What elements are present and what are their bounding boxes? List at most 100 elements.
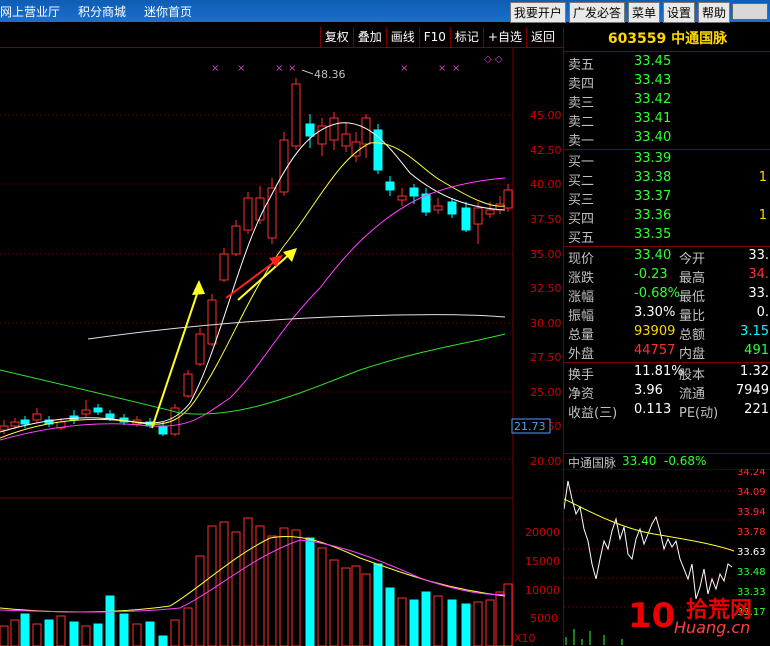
current-price-label: 21.73	[514, 420, 546, 433]
help-button[interactable]: 帮助	[697, 2, 730, 23]
menu-button[interactable]: 菜单	[627, 2, 660, 23]
mark: ×	[452, 63, 460, 74]
candle-body	[461, 207, 471, 231]
top-menu-bar: 网上营业厅 积分商城 迷你首页 我要开户 广发必答 菜单 设置 帮助	[0, 0, 770, 23]
mark: ×	[288, 63, 296, 74]
order-label: 卖五	[568, 58, 595, 73]
volume-bar	[291, 529, 301, 646]
price-tick: 27.50	[530, 351, 562, 364]
volume-bar	[93, 623, 103, 646]
window-controls[interactable]	[732, 3, 768, 20]
back-button[interactable]: 返回	[525, 27, 559, 47]
mark: ×	[438, 63, 446, 74]
order-price: 33.35	[634, 227, 672, 242]
nav-points-mall[interactable]: 积分商城	[78, 3, 126, 20]
draw-line-button[interactable]: 画线	[385, 27, 419, 47]
stat-row: 现价 33.40 今开 33.	[564, 248, 770, 267]
nav-mini-home[interactable]: 迷你首页	[144, 3, 192, 20]
stat-value: -0.68%	[634, 286, 680, 301]
volume-bar	[69, 621, 79, 646]
order-row: 买三 33.37	[564, 189, 770, 208]
order-volume: 1	[758, 208, 767, 223]
stat-row: 涨跌 -0.23 最高 34.	[564, 267, 770, 286]
order-price: 33.37	[634, 189, 672, 204]
open-account-button[interactable]: 我要开户	[509, 2, 566, 23]
order-price: 33.36	[634, 208, 672, 223]
candle-body	[291, 83, 301, 147]
order-row: 卖三 33.42	[564, 92, 770, 111]
stat-value: 3.96	[634, 383, 663, 398]
stat-label: 流通	[679, 387, 706, 402]
order-price: 33.41	[634, 111, 672, 126]
volume-tick: 15000	[525, 555, 560, 568]
restore-rights-button[interactable]: 复权	[319, 27, 353, 47]
volume-bar	[231, 531, 241, 646]
stock-code-name: 603559 中通国脉	[607, 31, 728, 47]
settings-button[interactable]: 设置	[662, 2, 695, 23]
order-row: 卖二 33.41	[564, 111, 770, 130]
site-watermark: 10 拾荒网 Huang.cn	[626, 594, 766, 642]
mini-tick: 33.94	[737, 507, 766, 518]
quote-panel: 603559 中通国脉 卖五 33.45 卖四 33.43 卖三 33.42 卖二 33…	[563, 27, 770, 646]
stat-value: 93909	[634, 324, 676, 339]
chart-toolbar: 复权 叠加 画线 F10 标记 +自选 返回	[0, 27, 563, 48]
mark: ×	[275, 63, 283, 74]
volume-axis: 20000 15000 10000 5000 X10	[514, 526, 560, 645]
ma120-line	[87, 314, 506, 340]
stat-row: 总量 93909 总额 3.15	[564, 324, 770, 343]
order-label: 卖三	[568, 96, 595, 111]
stat-label: 净资	[568, 387, 595, 402]
candle-body	[385, 181, 395, 191]
candle-body	[0, 425, 9, 431]
candle-body	[373, 129, 383, 171]
mini-tick: 34.24	[737, 469, 766, 478]
stat-row: 收益(三) 0.113 PE(动) 221	[564, 402, 770, 421]
buy-orders: 买一 33.39 买二 33.38 1 买三 33.37 买四 33.36 1 买五 33.3…	[564, 149, 770, 246]
candle-body	[447, 201, 457, 215]
volume-bar	[183, 607, 193, 646]
watermark-domain: Huang.cn	[674, 618, 751, 637]
faq-button[interactable]: 广发必答	[568, 2, 625, 23]
volume-tick: 10000	[525, 584, 560, 597]
order-row: 买四 33.36 1	[564, 208, 770, 227]
price-axis: 45.00 42.50 40.00 37.50 35.00 32.50 30.0…	[530, 109, 562, 468]
nav-online-hall[interactable]: 网上营业厅	[0, 3, 60, 20]
volume-bar	[255, 525, 265, 646]
price-tick: 32.50	[530, 282, 562, 295]
order-price: 33.39	[634, 151, 672, 166]
add-watchlist-button[interactable]: +自选	[482, 27, 526, 47]
mark-button[interactable]: 标记	[449, 27, 483, 47]
volume-bar	[351, 565, 361, 646]
quote-stats-2: 换手 11.81% 股本 1.32 净资 3.96 流通 7949 收益(三) 0.113 PE…	[564, 362, 770, 421]
price-tick: 42.50	[530, 144, 562, 157]
stat-value: 0.	[756, 305, 769, 320]
volume-bar	[158, 635, 168, 646]
stat-value: 33.	[748, 248, 769, 263]
stat-value: 7949	[735, 383, 769, 398]
mini-price-line	[564, 480, 733, 600]
f10-button[interactable]: F10	[418, 27, 450, 47]
stat-value: 3.15	[740, 324, 769, 339]
candle-body	[195, 333, 205, 365]
candle-body	[219, 253, 229, 281]
kline-chart[interactable]: 45.00 42.50 40.00 37.50 35.00 32.50 30.0…	[0, 48, 563, 646]
volume-bar	[207, 525, 217, 646]
volume-bar	[421, 591, 431, 646]
price-tick: 25.00	[530, 386, 562, 399]
candle-body	[305, 123, 315, 137]
candle-body	[20, 419, 30, 425]
stat-label: 换手	[568, 368, 595, 383]
price-tick: 40.00	[530, 178, 562, 191]
volume-bar	[170, 619, 180, 646]
volume-bar	[81, 625, 91, 646]
top-buttons: 我要开户 广发必答 菜单 设置 帮助	[509, 2, 730, 23]
stat-label: 股本	[679, 368, 706, 383]
overlay-button[interactable]: 叠加	[352, 27, 386, 47]
order-row: 买二 33.38 1	[564, 170, 770, 189]
volume-bar	[119, 613, 129, 646]
order-label: 买一	[568, 155, 595, 170]
stat-label: 总额	[679, 328, 706, 343]
volume-bar	[341, 567, 351, 646]
volume-tick: 5000	[530, 612, 558, 625]
order-row: 卖一 33.40	[564, 130, 770, 149]
